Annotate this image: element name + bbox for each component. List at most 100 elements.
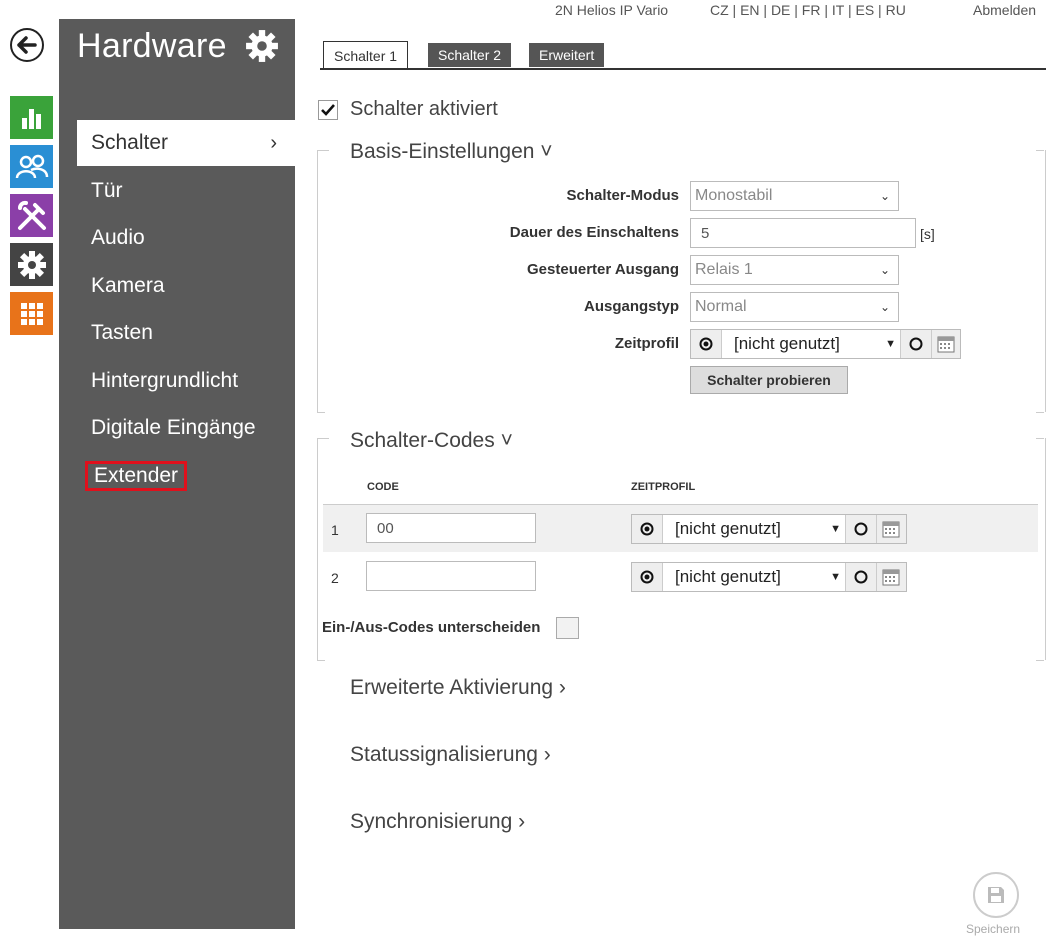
caret-down-icon: ▼ — [830, 523, 841, 535]
codes-frame-bottom-left — [317, 660, 325, 661]
save-label: Speichern — [966, 922, 1021, 936]
language-selector[interactable]: CZ | EN | DE | FR | IT | ES | RU — [710, 2, 906, 18]
radio-selected-icon[interactable] — [691, 330, 721, 358]
directory-button[interactable] — [10, 145, 53, 188]
mode-select[interactable]: Monostabil ⌄ — [690, 181, 899, 211]
tab-schalter-1[interactable]: Schalter 1 — [323, 41, 409, 69]
status-signaling-section[interactable]: Statussignalisierung › — [350, 743, 551, 767]
code-profile-select-2[interactable]: [nicht genutzt] ▼ — [662, 563, 846, 591]
basic-settings-frame-bottom-right — [1036, 412, 1044, 413]
profile-label: Zeitprofil — [614, 335, 679, 352]
save-button[interactable] — [973, 872, 1019, 918]
sidebar-item-label: Hintergrundlicht — [91, 369, 239, 392]
duration-value: 5 — [701, 224, 710, 242]
radio-empty-icon[interactable] — [846, 515, 876, 543]
codes-title[interactable]: Schalter-Codes ˅ — [350, 429, 513, 453]
tab-schalter-2[interactable]: Schalter 2 — [428, 43, 512, 67]
chevron-right-icon: › — [270, 131, 277, 154]
sidebar-item-kamera[interactable]: Kamera — [77, 263, 295, 309]
tab-divider — [320, 68, 1046, 70]
radio-selected-icon[interactable] — [632, 563, 662, 591]
caret-down-icon: ▼ — [830, 571, 841, 583]
sidebar-item-hintergrundlicht[interactable]: Hintergrundlicht — [77, 358, 295, 404]
tab-erweitert[interactable]: Erweitert — [529, 43, 605, 67]
status-chart-icon — [21, 108, 41, 129]
codes-frame-bottom-right — [1036, 660, 1044, 661]
users-icon — [15, 154, 48, 178]
basic-settings-frame-bottom-left — [317, 412, 325, 413]
hardware-tools-icon — [17, 200, 46, 230]
status-button[interactable] — [10, 96, 53, 139]
profile-select[interactable]: [nicht genutzt] ▼ — [721, 330, 901, 358]
sidebar-item-label: Tür — [91, 179, 123, 202]
codes-frame-top-left — [317, 438, 329, 439]
chevron-down-icon: ⌄ — [879, 189, 890, 203]
code-profile-value: [nicht genutzt] — [675, 567, 781, 586]
row-index: 2 — [331, 570, 339, 586]
basic-settings-title[interactable]: Basis-Einstellungen ˅ — [350, 140, 553, 164]
services-gear-icon — [17, 250, 46, 279]
gear-icon[interactable] — [245, 29, 279, 63]
duration-label: Dauer des Einschaltens — [509, 224, 679, 241]
calendar-icon[interactable] — [876, 563, 905, 591]
test-switch-button[interactable]: Schalter probieren — [690, 366, 848, 394]
basic-settings-frame — [317, 150, 1046, 412]
calendar-icon[interactable] — [931, 330, 960, 358]
sidebar-item-label: Digitale Eingänge — [91, 416, 256, 439]
code-input-2[interactable] — [366, 561, 536, 591]
code-value: 00 — [377, 519, 394, 537]
switch-enabled-checkbox[interactable] — [318, 100, 338, 120]
output-value: Relais 1 — [695, 261, 753, 278]
radio-empty-icon[interactable] — [901, 330, 931, 358]
column-header-code: CODE — [367, 481, 399, 493]
advanced-activation-section[interactable]: Erweiterte Aktivierung › — [350, 676, 566, 700]
sidebar-item-label: Tasten — [91, 321, 153, 344]
back-arrow-icon — [17, 36, 37, 54]
profile-value: [nicht genutzt] — [734, 334, 840, 353]
output-type-select[interactable]: Normal ⌄ — [690, 292, 899, 322]
sidebar-item-tasten[interactable]: Tasten — [77, 310, 295, 356]
basic-settings-frame-top-left — [317, 150, 329, 151]
chevron-down-icon: ⌄ — [879, 263, 890, 277]
synchronization-section[interactable]: Synchronisierung › — [350, 810, 525, 834]
sidebar-item-audio[interactable]: Audio — [77, 215, 295, 261]
distinguish-codes-label: Ein-/Aus-Codes unterscheiden — [322, 619, 541, 636]
services-button[interactable] — [10, 243, 53, 286]
caret-down-icon: ▼ — [885, 338, 896, 350]
radio-selected-icon[interactable] — [632, 515, 662, 543]
sidebar-title: Hardware — [77, 27, 227, 65]
sidebar: Hardware Schalter › Tür Audio Kamera Tas… — [59, 19, 295, 929]
code-profile-select-1[interactable]: [nicht genutzt] ▼ — [662, 515, 846, 543]
save-disk-icon — [988, 887, 1004, 903]
sidebar-item-digitale-eingaenge[interactable]: Digitale Eingänge — [77, 405, 295, 451]
mode-value: Monostabil — [695, 187, 773, 204]
code-profile-value: [nicht genutzt] — [675, 519, 781, 538]
output-type-value: Normal — [695, 298, 747, 315]
logout-link[interactable]: Abmelden — [973, 2, 1036, 18]
column-header-profile: ZEITPROFIL — [631, 481, 696, 493]
system-button[interactable] — [10, 292, 53, 335]
row-index: 1 — [331, 522, 339, 538]
output-type-label: Ausgangstyp — [583, 298, 679, 315]
basic-settings-frame-top-right — [1036, 150, 1044, 151]
device-name: 2N Helios IP Vario — [555, 2, 669, 18]
sidebar-item-schalter[interactable]: Schalter › — [77, 120, 295, 166]
mode-label: Schalter-Modus — [566, 187, 679, 204]
calendar-icon[interactable] — [876, 515, 905, 543]
switch-enabled-label: Schalter aktiviert — [350, 98, 498, 120]
sidebar-item-extender[interactable]: Extender — [77, 453, 295, 499]
duration-input[interactable]: 5 — [690, 218, 916, 248]
hardware-button[interactable] — [10, 194, 53, 237]
profile-control: [nicht genutzt] ▼ — [690, 329, 961, 359]
code-input-1[interactable]: 00 — [366, 513, 536, 543]
output-select[interactable]: Relais 1 ⌄ — [690, 255, 899, 285]
checkmark-icon — [321, 104, 335, 116]
sidebar-item-tuer[interactable]: Tür — [77, 168, 295, 214]
output-label: Gesteuerter Ausgang — [527, 261, 679, 278]
distinguish-codes-checkbox[interactable] — [556, 617, 579, 639]
radio-empty-icon[interactable] — [846, 563, 876, 591]
back-button[interactable] — [10, 28, 44, 62]
code-profile-control-2: [nicht genutzt] ▼ — [631, 562, 907, 592]
sidebar-item-label: Audio — [91, 226, 145, 249]
system-grid-icon — [20, 302, 43, 325]
